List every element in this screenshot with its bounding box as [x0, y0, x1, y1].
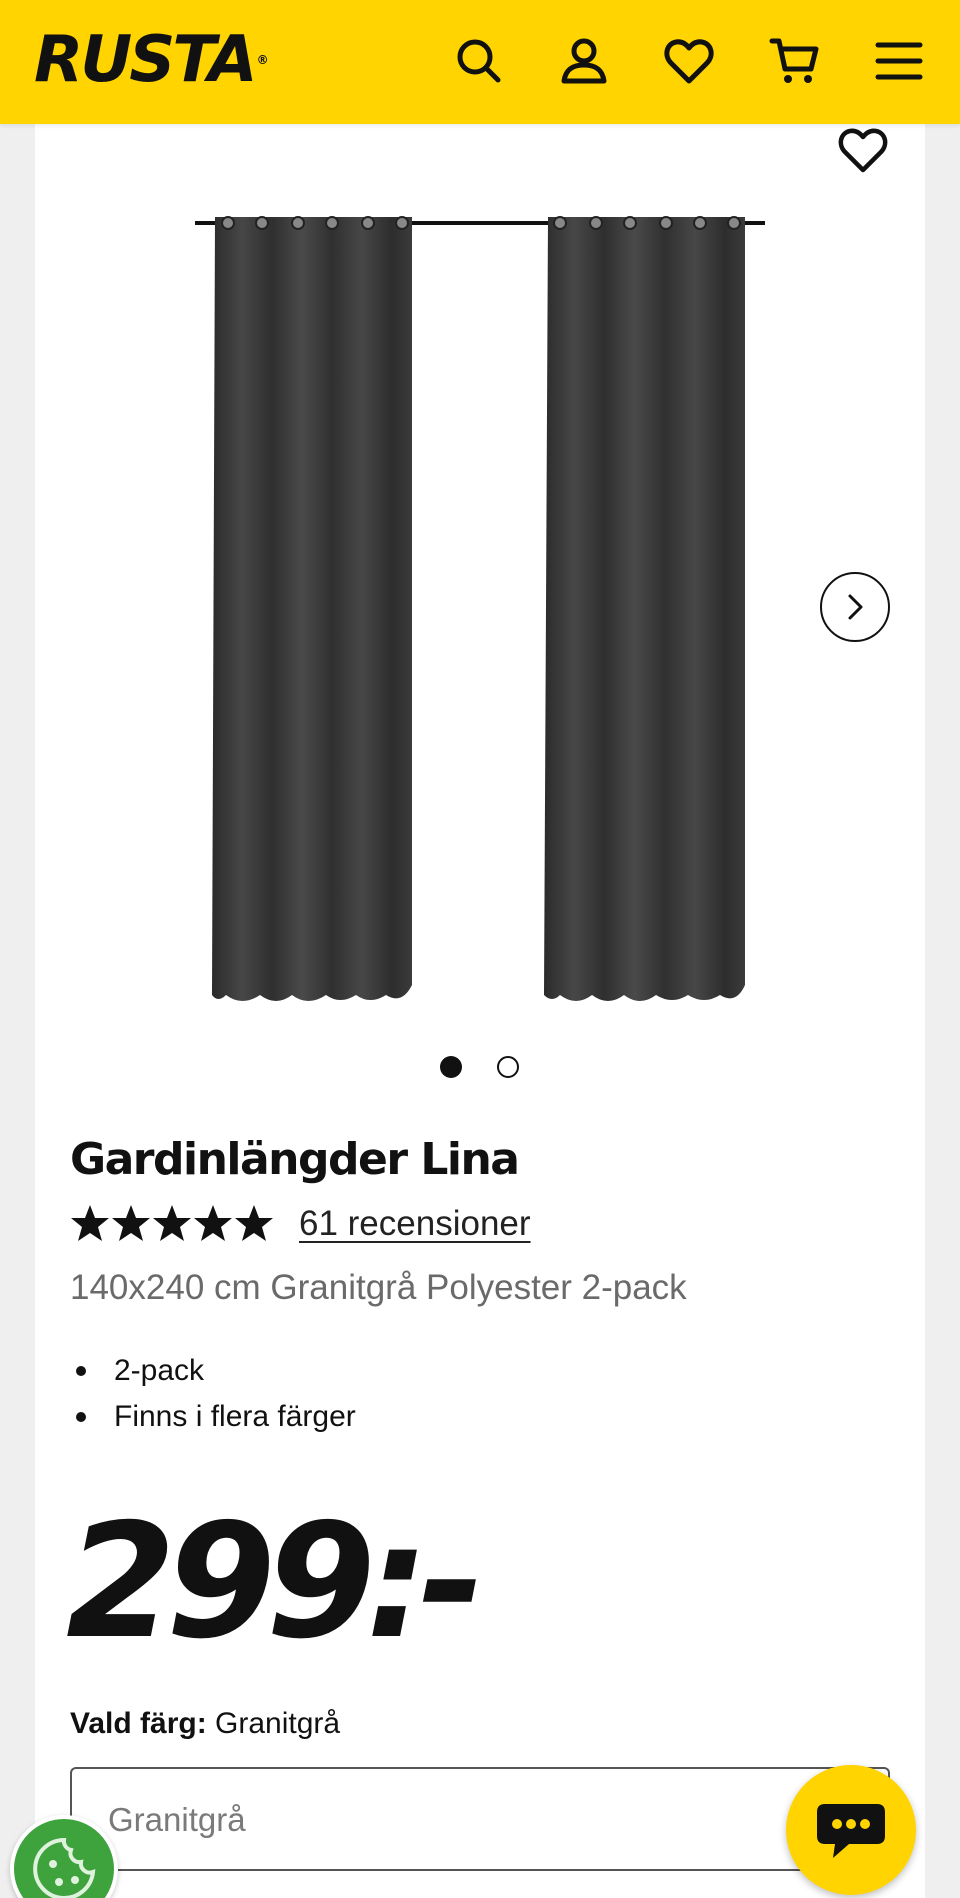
color-select[interactable]: Granitgrå: [70, 1767, 890, 1871]
reviews-link[interactable]: 61 recensioner: [299, 1200, 531, 1248]
cart-icon[interactable]: [764, 30, 826, 92]
product-subtitle: 140x240 cm Granitgrå Polyester 2-pack: [70, 1268, 687, 1307]
account-icon[interactable]: [553, 30, 615, 92]
star-icon: [235, 1205, 273, 1241]
search-icon[interactable]: [448, 30, 510, 92]
menu-icon[interactable]: [868, 30, 930, 92]
feature-item: 2-pack: [70, 1348, 356, 1394]
chevron-right-icon: [848, 594, 863, 620]
feature-list: 2-pack Finns i flera färger: [70, 1348, 356, 1440]
feature-item: Finns i flera färger: [70, 1394, 356, 1440]
star-icon: [194, 1205, 232, 1241]
star-icon: [71, 1205, 109, 1241]
site-header: RUSTA ®: [0, 0, 960, 124]
curtains-image: [195, 216, 765, 1001]
logo-registered-mark: ®: [256, 53, 269, 67]
chat-button[interactable]: [786, 1765, 916, 1895]
add-to-wishlist-icon[interactable]: [835, 124, 891, 176]
rating-stars: [70, 1198, 275, 1248]
gallery-dot[interactable]: [497, 1056, 519, 1078]
star-icon: [153, 1205, 191, 1241]
cookie-icon: [33, 1837, 96, 1898]
product-title: Gardinlängder Lina: [70, 1134, 520, 1185]
color-select-value: Granitgrå: [108, 1801, 246, 1838]
product-price: 299:-: [66, 1490, 485, 1674]
selected-color: Vald färg: Granitgrå: [70, 1702, 340, 1746]
product-image[interactable]: [180, 195, 780, 1015]
selected-color-value: Granitgrå: [215, 1707, 341, 1740]
gallery-dot-active[interactable]: [440, 1056, 462, 1078]
gallery-next-button[interactable]: [820, 572, 890, 642]
star-icon: [112, 1205, 150, 1241]
wishlist-icon[interactable]: [658, 30, 720, 92]
logo-text: RUSTA: [34, 23, 258, 97]
rusta-logo[interactable]: RUSTA ®: [34, 26, 269, 94]
chat-icon: [817, 1804, 885, 1858]
selected-color-label: Vald färg:: [70, 1707, 207, 1740]
